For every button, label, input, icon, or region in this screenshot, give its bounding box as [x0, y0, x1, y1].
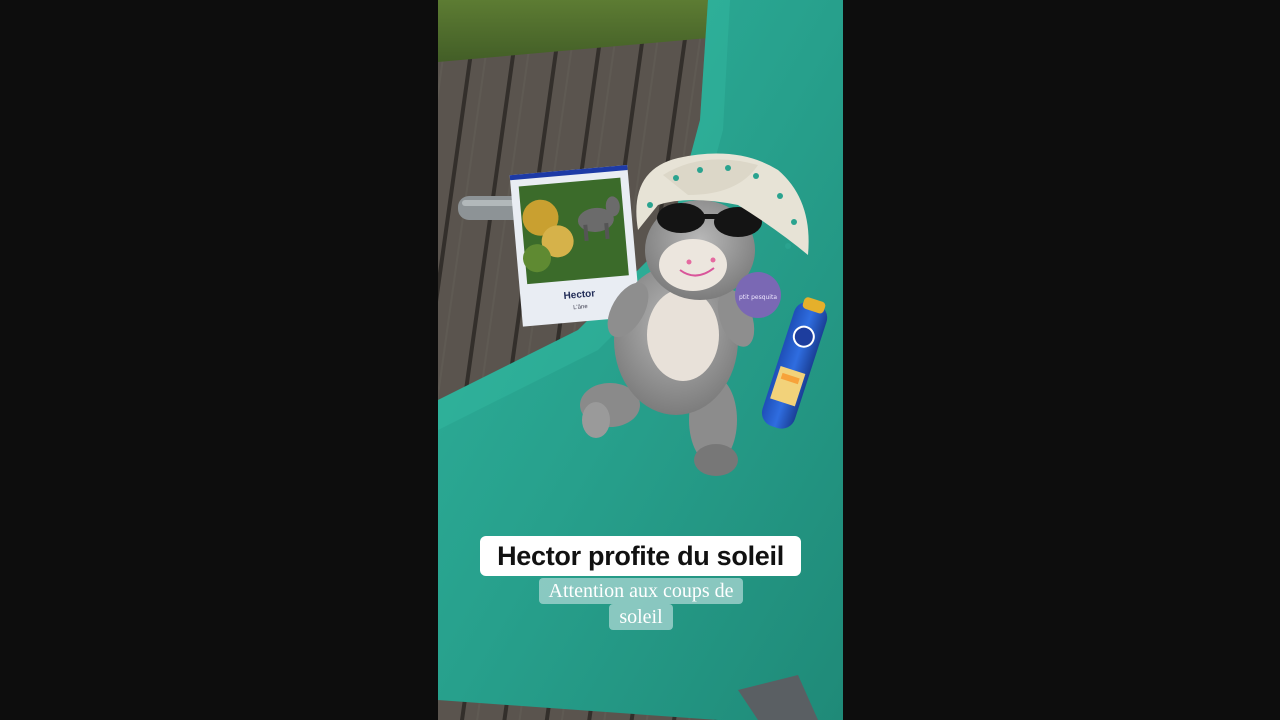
- caption-subtitle: Attention aux coups de soleil: [520, 578, 762, 630]
- caption-title: Hector profite du soleil: [480, 536, 801, 576]
- badge-text: ptit pesquita: [739, 294, 777, 301]
- caption-subtitle-text: Attention aux coups de soleil: [538, 578, 744, 630]
- brand-badge: ptit pesquita: [735, 272, 781, 318]
- player-stage: Hector L'âne ptit pesquita Hector profit…: [0, 0, 1280, 720]
- video-frame[interactable]: Hector L'âne ptit pesquita Hector profit…: [438, 0, 843, 720]
